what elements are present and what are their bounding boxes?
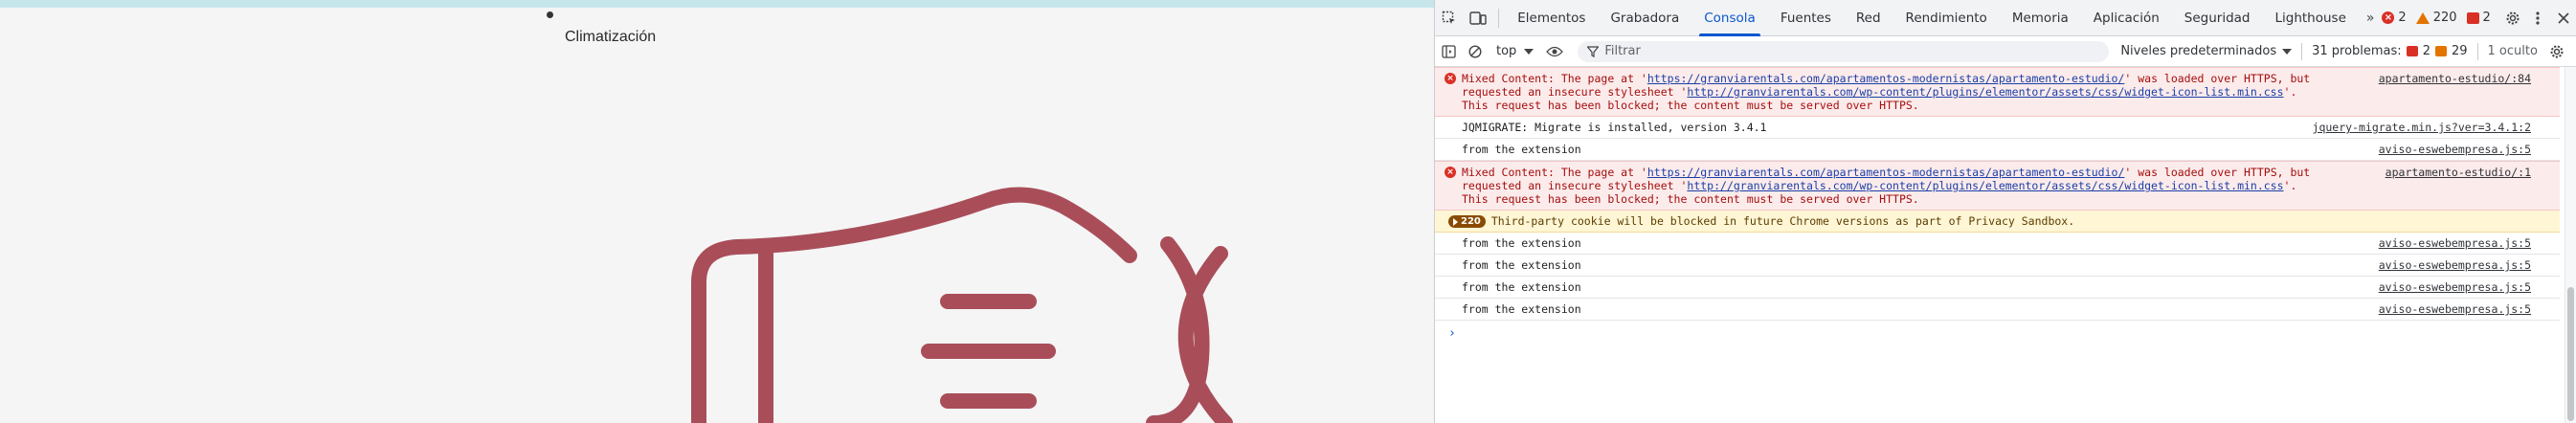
warning-count: 220 xyxy=(2432,11,2457,25)
console-log: × Mixed Content: The page at 'https://gr… xyxy=(1435,67,2560,346)
scrollbar-thumb[interactable] xyxy=(2567,287,2574,421)
kebab-menu-icon[interactable] xyxy=(2525,0,2550,36)
message-link[interactable]: http://granviarentals.com/wp-content/plu… xyxy=(1687,85,2283,99)
message-link[interactable]: https://granviarentals.com/apartamentos-… xyxy=(1647,166,2125,179)
error-icon: × xyxy=(1445,73,1456,84)
console-settings-gear-icon[interactable] xyxy=(2543,36,2570,67)
console-scrollbar[interactable] xyxy=(2565,67,2576,423)
message-link[interactable]: https://granviarentals.com/apartamentos-… xyxy=(1647,72,2125,85)
gear-icon[interactable] xyxy=(2500,0,2525,36)
page-top-bar xyxy=(0,0,1434,8)
tab-memoria[interactable]: Memoria xyxy=(2000,0,2081,36)
warning-icon xyxy=(2415,11,2430,24)
context-value: top xyxy=(1496,44,1517,58)
problems-error-count: 2 xyxy=(2422,44,2430,58)
error-count: 2 xyxy=(2398,11,2407,25)
filter-field[interactable] xyxy=(1578,40,2110,62)
console-message[interactable]: JQMIGRATE: Migrate is installed, version… xyxy=(1435,117,2560,139)
source-link[interactable]: apartamento-estudio/:84 xyxy=(2379,72,2531,85)
source-link[interactable]: aviso-eswebempresa.js:5 xyxy=(2379,258,2531,272)
page-viewport: Climatización xyxy=(0,0,1434,423)
close-icon[interactable] xyxy=(2551,0,2576,36)
log-levels-dropdown[interactable]: Niveles predeterminados xyxy=(2120,44,2293,58)
devtools-tabbar: Elementos Grabadora Consola Fuentes Red … xyxy=(1435,0,2576,36)
source-link[interactable]: aviso-eswebempresa.js:5 xyxy=(2379,143,2531,156)
hidden-messages-count: 1 oculto xyxy=(2487,44,2538,58)
problems-button[interactable]: 31 problemas: 2 29 xyxy=(2312,44,2467,58)
error-issue-icon xyxy=(2406,46,2418,56)
problems-label: 31 problemas: xyxy=(2312,44,2402,58)
error-icon: × xyxy=(2382,11,2395,24)
inspect-element-icon[interactable] xyxy=(1435,0,1464,36)
error-icon: × xyxy=(1445,167,1456,178)
tab-seguridad[interactable]: Seguridad xyxy=(2172,0,2263,36)
chevron-down-icon xyxy=(2282,48,2293,55)
tab-elementos[interactable]: Elementos xyxy=(1505,0,1598,36)
console-message[interactable]: from the extension aviso-eswebempresa.js… xyxy=(1435,299,2560,321)
toolbar-separator xyxy=(2476,42,2478,60)
message-link[interactable]: http://granviarentals.com/wp-content/plu… xyxy=(1687,179,2283,192)
air-conditioner-icon xyxy=(691,187,1233,423)
console-message[interactable]: from the extension aviso-eswebempresa.js… xyxy=(1435,277,2560,299)
source-link[interactable]: aviso-eswebempresa.js:5 xyxy=(2379,280,2531,294)
console-message-warning-group[interactable]: 220 Third-party cookie will be blocked in… xyxy=(1435,211,2560,233)
source-link[interactable]: aviso-eswebempresa.js:5 xyxy=(2379,236,2531,250)
expand-triangle-icon xyxy=(1453,217,1458,226)
log-levels-label: Niveles predeterminados xyxy=(2120,44,2277,58)
page-heading: Climatización xyxy=(565,29,657,45)
error-counter[interactable]: × 2 xyxy=(2382,11,2407,25)
tabbar-separator xyxy=(1498,8,1500,28)
tab-lighthouse[interactable]: Lighthouse xyxy=(2262,0,2358,36)
tab-rendimiento[interactable]: Rendimiento xyxy=(1893,0,2000,36)
problems-warning-count: 29 xyxy=(2451,44,2468,58)
sidebar-toggle-icon[interactable] xyxy=(1435,36,1462,67)
filter-input[interactable] xyxy=(1604,44,2065,58)
issues-count: 2 xyxy=(2482,11,2491,25)
device-toolbar-icon[interactable] xyxy=(1464,0,1492,36)
tab-fuentes[interactable]: Fuentes xyxy=(1768,0,1844,36)
tab-aplicacion[interactable]: Aplicación xyxy=(2081,0,2172,36)
toolbar-separator xyxy=(2301,42,2303,60)
tab-consola[interactable]: Consola xyxy=(1691,0,1768,36)
context-selector[interactable]: top xyxy=(1489,44,1541,58)
console-message[interactable]: from the extension aviso-eswebempresa.js… xyxy=(1435,255,2560,277)
source-link[interactable]: jquery-migrate.min.js?ver=3.4.1:2 xyxy=(2313,121,2531,134)
more-tabs-button[interactable]: » xyxy=(2359,0,2383,36)
source-link[interactable]: apartamento-estudio/:1 xyxy=(2386,166,2531,179)
eye-icon[interactable] xyxy=(1541,36,1568,67)
console-message[interactable]: from the extension aviso-eswebempresa.js… xyxy=(1435,233,2560,255)
issues-icon xyxy=(2466,11,2479,24)
tab-grabadora[interactable]: Grabadora xyxy=(1598,0,1691,36)
console-message-error[interactable]: × Mixed Content: The page at 'https://gr… xyxy=(1435,67,2560,117)
chevron-down-icon xyxy=(1524,48,1534,55)
tab-red[interactable]: Red xyxy=(1844,0,1893,36)
list-bullet xyxy=(547,11,553,18)
warning-issue-icon xyxy=(2434,46,2447,56)
filter-icon xyxy=(1587,45,1600,57)
source-link[interactable]: aviso-eswebempresa.js:5 xyxy=(2379,302,2531,316)
issues-counter[interactable]: 2 xyxy=(2466,11,2491,25)
repeat-count-badge[interactable]: 220 xyxy=(1448,215,1486,228)
console-message-error[interactable]: × Mixed Content: The page at 'https://gr… xyxy=(1435,161,2560,211)
clear-console-icon[interactable] xyxy=(1462,36,1489,67)
warning-counter[interactable]: 220 xyxy=(2415,11,2457,25)
console-message[interactable]: from the extension aviso-eswebempresa.js… xyxy=(1435,139,2560,161)
devtools-panel: Elementos Grabadora Consola Fuentes Red … xyxy=(1434,0,2576,423)
console-prompt[interactable]: › xyxy=(1435,321,2560,346)
console-toolbar: top Niveles predeterminados 31 problemas… xyxy=(1435,36,2576,67)
